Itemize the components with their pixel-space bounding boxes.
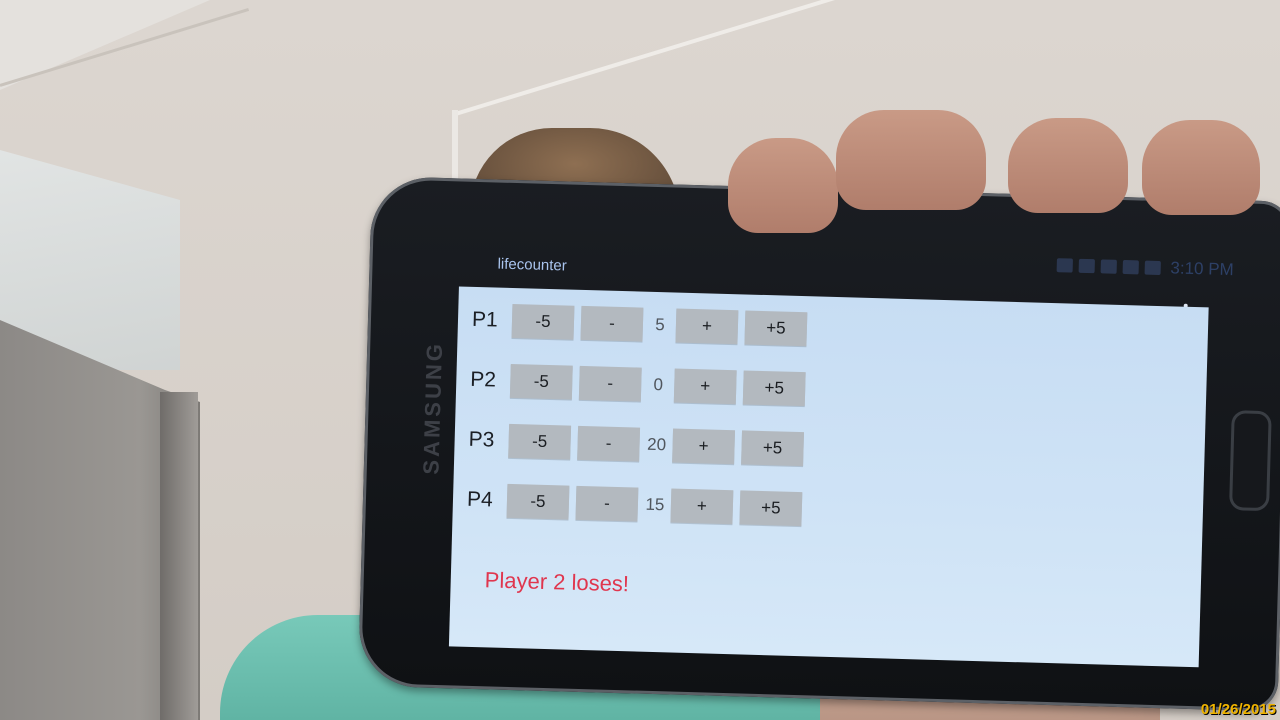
loser-message: Player 2 loses! bbox=[484, 567, 630, 597]
finger bbox=[1008, 118, 1128, 213]
minus-one-button[interactable]: - bbox=[577, 425, 641, 462]
player-label: P2 bbox=[470, 367, 497, 392]
filing-cabinet-edge bbox=[160, 392, 198, 720]
minus-five-button[interactable]: -5 bbox=[509, 363, 573, 400]
player-row-4: P4 -5 - 15 + +5 bbox=[466, 479, 809, 531]
life-total: 0 bbox=[653, 374, 664, 395]
plus-five-button[interactable]: +5 bbox=[742, 370, 806, 407]
notification-icon bbox=[1056, 258, 1073, 273]
plus-five-button[interactable]: +5 bbox=[741, 430, 805, 467]
minus-five-button[interactable]: -5 bbox=[508, 423, 572, 460]
plus-one-button[interactable]: + bbox=[675, 308, 739, 345]
status-time: 3:10 PM bbox=[1170, 258, 1234, 280]
minus-one-button[interactable]: - bbox=[575, 485, 639, 522]
finger bbox=[728, 138, 838, 233]
phone-brand-text: SAMSUNG bbox=[418, 340, 448, 475]
status-bar: lifecounter 3:10 PM bbox=[459, 228, 1240, 290]
minus-five-button[interactable]: -5 bbox=[506, 483, 570, 520]
plus-five-button[interactable]: +5 bbox=[744, 310, 808, 347]
player-label: P3 bbox=[468, 427, 495, 452]
home-button[interactable] bbox=[1229, 410, 1272, 512]
minus-five-button[interactable]: -5 bbox=[511, 303, 575, 340]
plus-one-button[interactable]: + bbox=[673, 368, 737, 405]
battery-icon bbox=[1144, 260, 1161, 276]
player-row-2: P2 -5 - 0 + +5 bbox=[470, 359, 813, 411]
wifi-icon bbox=[1100, 259, 1117, 274]
finger bbox=[1142, 120, 1260, 215]
plus-five-button[interactable]: +5 bbox=[739, 490, 803, 527]
life-total: 15 bbox=[645, 494, 665, 515]
status-icons: 3:10 PM bbox=[1056, 255, 1234, 280]
wall-trim-vertical bbox=[452, 110, 458, 180]
alarm-icon bbox=[1078, 258, 1095, 274]
minus-one-button[interactable]: - bbox=[578, 365, 642, 402]
minus-one-button[interactable]: - bbox=[580, 305, 644, 342]
phone: SAMSUNG lifecounter 3:10 PM P1 -5 - 5 + … bbox=[357, 176, 1280, 712]
plus-one-button[interactable]: + bbox=[670, 488, 734, 525]
life-total: 5 bbox=[654, 314, 665, 335]
plus-one-button[interactable]: + bbox=[672, 428, 736, 465]
camera-date-stamp: 01/26/2015 bbox=[1200, 701, 1276, 718]
player-label: P4 bbox=[466, 487, 494, 512]
player-row-1: P1 -5 - 5 + +5 bbox=[471, 299, 814, 351]
life-total: 20 bbox=[646, 434, 667, 455]
finger bbox=[836, 110, 986, 210]
app-title: lifecounter bbox=[497, 255, 568, 275]
player-label: P1 bbox=[471, 307, 499, 332]
player-row-3: P3 -5 - 20 + +5 bbox=[468, 419, 811, 471]
app-screen: P1 -5 - 5 + +5 P2 -5 - 0 + +5 P3 -5 - 20… bbox=[448, 286, 1209, 668]
signal-icon bbox=[1122, 259, 1139, 275]
